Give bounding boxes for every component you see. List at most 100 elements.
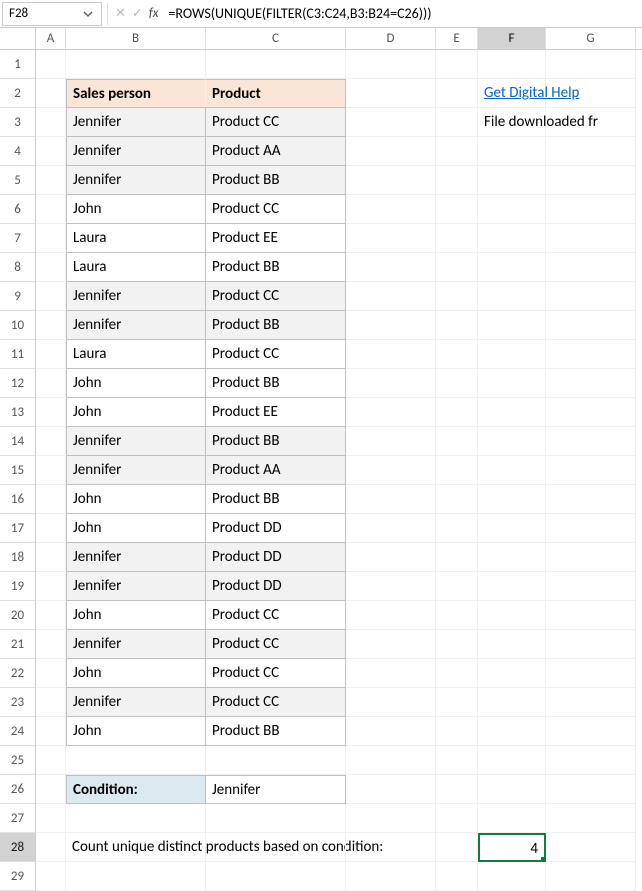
cell[interactable] xyxy=(346,514,436,543)
cell[interactable] xyxy=(346,833,436,862)
col-header-B[interactable]: B xyxy=(66,28,206,49)
cell[interactable] xyxy=(66,862,206,891)
cell[interactable] xyxy=(478,166,546,195)
cell[interactable] xyxy=(346,659,436,688)
col-header-A[interactable]: A xyxy=(36,28,66,49)
cell[interactable] xyxy=(36,398,66,427)
cell[interactable] xyxy=(36,253,66,282)
cell[interactable] xyxy=(36,166,66,195)
row-header[interactable]: 14 xyxy=(0,427,36,456)
table-cell[interactable]: Product BB xyxy=(206,485,346,514)
cell[interactable] xyxy=(436,137,478,166)
cell[interactable] xyxy=(436,427,478,456)
cell[interactable] xyxy=(346,369,436,398)
table-cell[interactable]: Product DD xyxy=(206,572,346,601)
select-all-corner[interactable] xyxy=(0,28,36,49)
table-cell[interactable]: Product BB xyxy=(206,166,346,195)
row-header[interactable]: 19 xyxy=(0,572,36,601)
cell[interactable] xyxy=(546,543,636,572)
cell[interactable] xyxy=(546,833,636,862)
table-cell[interactable]: Product EE xyxy=(206,398,346,427)
cell[interactable] xyxy=(546,601,636,630)
table-cell[interactable]: Product BB xyxy=(206,311,346,340)
cell[interactable] xyxy=(206,50,346,79)
cell[interactable] xyxy=(36,543,66,572)
row-header[interactable]: 3 xyxy=(0,108,36,137)
cell[interactable] xyxy=(36,137,66,166)
cell[interactable] xyxy=(436,195,478,224)
table-cell[interactable]: Product CC xyxy=(206,688,346,717)
spreadsheet-grid[interactable]: A B C D E F G 12Sales personProductGet D… xyxy=(0,28,642,891)
cell[interactable] xyxy=(36,601,66,630)
cell[interactable] xyxy=(36,485,66,514)
row-header[interactable]: 23 xyxy=(0,688,36,717)
cell[interactable] xyxy=(546,224,636,253)
cell[interactable] xyxy=(346,572,436,601)
cell[interactable] xyxy=(478,427,546,456)
cell[interactable] xyxy=(36,224,66,253)
cell[interactable] xyxy=(546,398,636,427)
cell[interactable] xyxy=(478,862,546,891)
cell[interactable] xyxy=(436,804,478,833)
cell[interactable] xyxy=(36,717,66,746)
enter-icon[interactable]: ✓ xyxy=(132,6,143,21)
cell[interactable] xyxy=(546,137,636,166)
cell[interactable] xyxy=(478,514,546,543)
cell[interactable] xyxy=(346,282,436,311)
cell[interactable] xyxy=(436,746,478,775)
col-header-F[interactable]: F xyxy=(478,28,546,49)
cell[interactable] xyxy=(546,282,636,311)
cell[interactable] xyxy=(36,630,66,659)
cell[interactable] xyxy=(346,224,436,253)
cell[interactable] xyxy=(206,862,346,891)
cell[interactable] xyxy=(546,514,636,543)
cell[interactable] xyxy=(36,804,66,833)
table-cell[interactable]: John xyxy=(66,514,206,543)
cell[interactable] xyxy=(546,427,636,456)
cell[interactable] xyxy=(206,833,346,862)
table-cell[interactable]: Laura xyxy=(66,253,206,282)
cell[interactable] xyxy=(546,340,636,369)
cell[interactable] xyxy=(546,79,636,108)
cell[interactable] xyxy=(436,224,478,253)
cancel-icon[interactable]: ✕ xyxy=(115,6,126,21)
cell[interactable] xyxy=(36,514,66,543)
row-header[interactable]: 15 xyxy=(0,456,36,485)
cell[interactable] xyxy=(346,427,436,456)
row-header[interactable]: 1 xyxy=(0,50,36,79)
cell[interactable] xyxy=(206,746,346,775)
cell[interactable] xyxy=(66,50,206,79)
table-cell[interactable]: Product CC xyxy=(206,340,346,369)
cell[interactable] xyxy=(546,862,636,891)
cell[interactable] xyxy=(36,746,66,775)
cell[interactable] xyxy=(478,804,546,833)
cell[interactable] xyxy=(478,282,546,311)
table-cell[interactable]: John xyxy=(66,717,206,746)
cell[interactable] xyxy=(478,340,546,369)
table-cell[interactable]: John xyxy=(66,195,206,224)
cell[interactable] xyxy=(346,50,436,79)
table-cell[interactable]: Jennifer xyxy=(66,282,206,311)
cell[interactable] xyxy=(478,543,546,572)
cell[interactable] xyxy=(478,311,546,340)
cell[interactable] xyxy=(546,659,636,688)
table-cell[interactable]: Jennifer xyxy=(66,630,206,659)
cell[interactable] xyxy=(66,804,206,833)
table-cell[interactable]: John xyxy=(66,398,206,427)
name-box[interactable]: F28 xyxy=(2,2,102,26)
cell[interactable] xyxy=(36,108,66,137)
cell[interactable] xyxy=(546,166,636,195)
cell[interactable] xyxy=(206,804,346,833)
cell[interactable] xyxy=(36,50,66,79)
cell[interactable] xyxy=(478,775,546,804)
row-header[interactable]: 5 xyxy=(0,166,36,195)
cell[interactable] xyxy=(346,688,436,717)
cell[interactable] xyxy=(478,195,546,224)
cell[interactable] xyxy=(436,253,478,282)
cell[interactable] xyxy=(478,659,546,688)
cell[interactable] xyxy=(36,195,66,224)
cell[interactable] xyxy=(346,543,436,572)
table-cell[interactable]: Product BB xyxy=(206,253,346,282)
cell[interactable] xyxy=(346,601,436,630)
cell[interactable] xyxy=(546,108,636,137)
